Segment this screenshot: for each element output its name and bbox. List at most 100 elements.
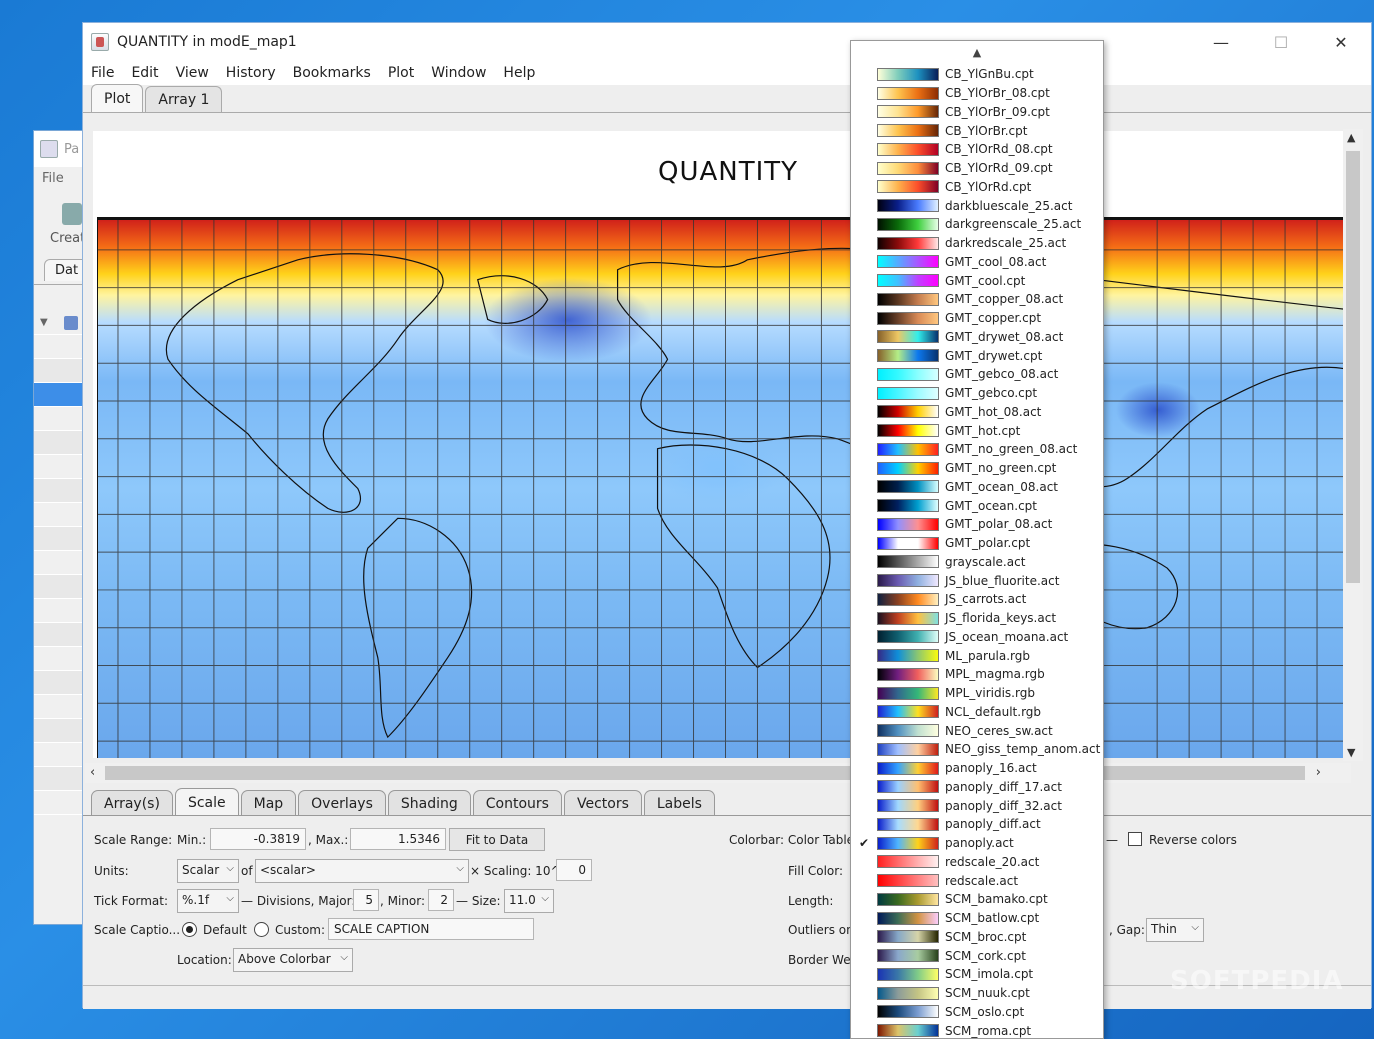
divisions-major-input[interactable]: 5 (353, 889, 379, 911)
location-select[interactable]: Above Colorbar ⌵ (233, 948, 353, 972)
color-table-item[interactable]: darkbluescale_25.act (851, 196, 1103, 215)
color-table-item[interactable]: GMT_cool.cpt (851, 271, 1103, 290)
color-table-item[interactable]: JS_florida_keys.act (851, 609, 1103, 628)
color-table-item[interactable]: SCM_imola.cpt (851, 965, 1103, 984)
gap-select[interactable]: Thin ⌵ (1146, 918, 1204, 942)
color-table-item[interactable]: NCL_default.rgb (851, 703, 1103, 722)
menu-plot[interactable]: Plot (388, 65, 414, 81)
menu-view[interactable]: View (176, 65, 209, 81)
color-table-item[interactable]: CB_YlOrRd_08.cpt (851, 140, 1103, 159)
color-table-item[interactable]: redscale_20.act (851, 853, 1103, 872)
units-select[interactable]: Scalar ⌵ (177, 859, 239, 883)
tab-plot[interactable]: Plot (91, 84, 144, 112)
menu-bookmarks[interactable]: Bookmarks (293, 65, 371, 81)
minor-input[interactable]: 2 (428, 889, 454, 911)
color-table-item[interactable]: JS_carrots.act (851, 590, 1103, 609)
color-table-item[interactable]: GMT_no_green.cpt (851, 459, 1103, 478)
color-table-item[interactable]: grayscale.act (851, 553, 1103, 572)
horizontal-scrollbar[interactable]: ‹ › (85, 763, 1351, 783)
size-select[interactable]: 11.0 ⌵ (504, 889, 554, 913)
create-icon[interactable] (62, 203, 82, 225)
color-table-item[interactable]: GMT_polar.cpt (851, 534, 1103, 553)
color-table-dropdown[interactable]: ▲ CB_YlGnBu.cpt CB_YlOrBr_08.cpt CB_YlOrBr… (850, 40, 1104, 1039)
color-table-item[interactable]: CB_YlOrBr.cpt (851, 121, 1103, 140)
color-table-item[interactable]: SCM_broc.cpt (851, 928, 1103, 947)
color-table-item[interactable]: CB_YlOrRd_09.cpt (851, 159, 1103, 178)
collapse-icon[interactable]: ▼ (40, 317, 48, 328)
tab-map[interactable]: Map (240, 790, 297, 816)
tab-contours[interactable]: Contours (472, 790, 562, 816)
scroll-left-icon[interactable]: ‹ (90, 765, 95, 780)
scroll-thumb[interactable] (105, 766, 1305, 780)
of-select[interactable]: <scalar> ⌵ (255, 859, 469, 883)
color-table-item[interactable]: GMT_hot.cpt (851, 421, 1103, 440)
color-table-item[interactable]: panoply_16.act (851, 759, 1103, 778)
tab-vectors[interactable]: Vectors (563, 790, 642, 816)
color-table-item[interactable]: GMT_ocean_08.act (851, 478, 1103, 497)
tab-scale[interactable]: Scale (174, 788, 239, 816)
tab-overlays[interactable]: Overlays (298, 790, 386, 816)
color-table-item[interactable]: redscale.act (851, 871, 1103, 890)
color-table-item[interactable]: JS_ocean_moana.act (851, 628, 1103, 647)
color-table-item[interactable]: GMT_polar_08.act (851, 515, 1103, 534)
color-table-item[interactable]: GMT_drywet_08.act (851, 328, 1103, 347)
color-table-item[interactable]: SCM_cork.cpt (851, 946, 1103, 965)
reverse-colors-checkbox[interactable] (1128, 832, 1142, 846)
tab-shading[interactable]: Shading (387, 790, 471, 816)
color-table-item[interactable]: GMT_gebco_08.act (851, 365, 1103, 384)
color-table-item[interactable]: panoply_diff.act (851, 815, 1103, 834)
min-input[interactable]: -0.3819 (210, 828, 306, 850)
scroll-thumb[interactable] (1346, 151, 1360, 583)
color-table-item[interactable]: SCM_batlow.cpt (851, 909, 1103, 928)
titlebar[interactable]: QUANTITY in modE_map1 — ☐ ✕ (83, 23, 1371, 61)
menu-edit[interactable]: Edit (131, 65, 158, 81)
color-table-item[interactable]: darkgreenscale_25.act (851, 215, 1103, 234)
default-radio[interactable] (182, 922, 197, 937)
max-input[interactable]: 1.5346 (350, 828, 446, 850)
color-table-item[interactable]: MPL_viridis.rgb (851, 684, 1103, 703)
color-table-item[interactable]: ML_parula.rgb (851, 646, 1103, 665)
tab-labels[interactable]: Labels (643, 790, 715, 816)
minimize-button[interactable]: — (1191, 23, 1251, 61)
color-table-item[interactable]: NEO_giss_temp_anom.act (851, 740, 1103, 759)
color-table-item[interactable]: CB_YlOrBr_09.cpt (851, 103, 1103, 122)
color-table-item[interactable]: GMT_gebco.cpt (851, 384, 1103, 403)
color-table-item[interactable]: ✔ panoply.act (851, 834, 1103, 853)
scroll-up-icon[interactable]: ▲ (851, 41, 1103, 63)
menu-history[interactable]: History (226, 65, 276, 81)
color-table-item[interactable]: panoply_diff_32.act (851, 796, 1103, 815)
color-table-item[interactable]: SCM_nuuk.cpt (851, 984, 1103, 1003)
menu-window[interactable]: Window (431, 65, 486, 81)
maximize-button[interactable]: ☐ (1251, 23, 1311, 61)
color-table-item[interactable]: GMT_no_green_08.act (851, 440, 1103, 459)
close-button[interactable]: ✕ (1311, 23, 1371, 61)
color-table-item[interactable]: SCM_roma.cpt (851, 1021, 1103, 1038)
color-table-item[interactable]: CB_YlGnBu.cpt (851, 65, 1103, 84)
color-table-item[interactable]: panoply_diff_17.act (851, 778, 1103, 797)
vertical-scrollbar[interactable]: ▲ ▼ (1343, 129, 1363, 761)
fit-to-data-button[interactable]: Fit to Data (449, 828, 545, 851)
scaling-input[interactable]: 0 (556, 859, 592, 881)
tab-arrays[interactable]: Array(s) (91, 790, 173, 816)
color-table-item[interactable]: CB_YlOrRd.cpt (851, 178, 1103, 197)
color-table-item[interactable]: GMT_hot_08.act (851, 403, 1103, 422)
color-table-item[interactable]: GMT_cool_08.act (851, 253, 1103, 272)
menu-file[interactable]: File (91, 65, 114, 81)
color-table-item[interactable]: GMT_ocean.cpt (851, 496, 1103, 515)
scroll-down-icon[interactable]: ▼ (1347, 746, 1355, 759)
color-table-item[interactable]: MPL_magma.rgb (851, 665, 1103, 684)
color-table-item[interactable]: GMT_copper_08.act (851, 290, 1103, 309)
color-table-item[interactable]: CB_YlOrBr_08.cpt (851, 84, 1103, 103)
tab-array-1[interactable]: Array 1 (145, 86, 223, 112)
tick-format-select[interactable]: %.1f ⌵ (177, 889, 239, 913)
color-table-item[interactable]: GMT_copper.cpt (851, 309, 1103, 328)
custom-caption-input[interactable]: SCALE CAPTION (328, 918, 534, 940)
color-table-item[interactable]: JS_blue_fluorite.act (851, 571, 1103, 590)
color-table-item[interactable]: GMT_drywet.cpt (851, 346, 1103, 365)
color-table-item[interactable]: darkredscale_25.act (851, 234, 1103, 253)
color-table-item[interactable]: NEO_ceres_sw.act (851, 721, 1103, 740)
color-table-item[interactable]: SCM_bamako.cpt (851, 890, 1103, 909)
custom-radio[interactable] (254, 922, 269, 937)
scroll-up-icon[interactable]: ▲ (1347, 131, 1355, 144)
color-table-item[interactable]: SCM_oslo.cpt (851, 1003, 1103, 1022)
